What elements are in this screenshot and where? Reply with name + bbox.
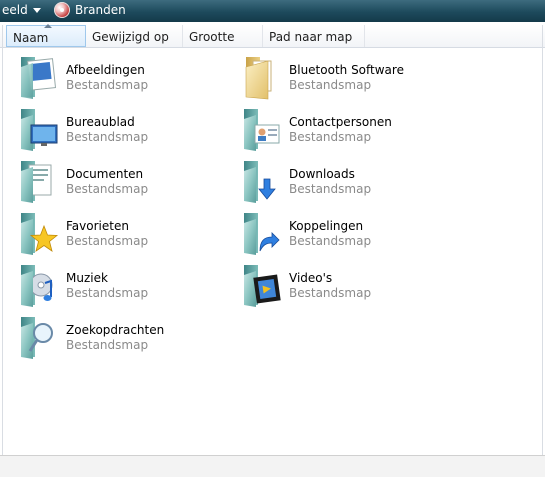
list-item-videos[interactable]: Video's Bestandsmap (232, 261, 447, 311)
burn-disc-icon[interactable] (54, 2, 70, 18)
music-folder-icon (21, 265, 53, 307)
list-item-bluetooth-software[interactable]: Bluetooth Software Bestandsmap (232, 53, 447, 103)
list-item-bureaublad[interactable]: Bureaublad Bestandsmap (9, 105, 224, 155)
list-item-koppelingen[interactable]: Koppelingen Bestandsmap (232, 209, 447, 259)
list-item-downloads[interactable]: Downloads Bestandsmap (232, 157, 447, 207)
chevron-down-icon[interactable] (32, 0, 42, 22)
burn-button[interactable]: Branden (75, 0, 126, 22)
column-header-bar: Naam Gewijzigd op Grootte Pad naar map (0, 24, 545, 48)
item-name: Downloads (289, 167, 355, 181)
status-bar (0, 455, 545, 477)
item-name: Favorieten (66, 219, 129, 233)
right-frame-edge (542, 25, 543, 455)
column-size[interactable]: Grootte (183, 25, 263, 47)
column-name[interactable]: Naam (6, 24, 86, 47)
column-modified-label: Gewijzigd op (92, 30, 169, 44)
videos-folder-icon (244, 265, 281, 307)
column-modified[interactable]: Gewijzigd op (86, 25, 183, 47)
downloads-folder-icon (244, 161, 276, 203)
toolbar-organize-button[interactable]: eeld (2, 0, 28, 22)
list-item-afbeeldingen[interactable]: Afbeeldingen Bestandsmap (9, 53, 224, 103)
column-size-label: Grootte (189, 30, 235, 44)
item-name: Contactpersonen (289, 115, 392, 129)
item-type: Bestandsmap (289, 286, 372, 300)
toolbar: eeld Branden (0, 0, 545, 22)
item-name: Video's (289, 271, 333, 285)
list-item-contactpersonen[interactable]: Contactpersonen Bestandsmap (232, 105, 447, 155)
favorites-folder-icon (21, 213, 59, 255)
item-type: Bestandsmap (66, 286, 149, 300)
item-type: Bestandsmap (289, 130, 372, 144)
column-path-label: Pad naar map (269, 30, 353, 44)
documents-folder-icon (21, 161, 52, 203)
item-type: Bestandsmap (66, 78, 149, 92)
item-name: Zoekopdrachten (66, 323, 165, 337)
sort-ascending-icon (44, 24, 52, 28)
item-type: Bestandsmap (66, 130, 149, 144)
links-folder-icon (244, 213, 280, 255)
searches-folder-icon (21, 317, 53, 359)
list-item-zoekopdrachten[interactable]: Zoekopdrachten Bestandsmap (9, 313, 224, 363)
item-name: Bureaublad (66, 115, 135, 129)
item-type: Bestandsmap (289, 78, 372, 92)
column-name-label: Naam (13, 31, 49, 45)
contacts-folder-icon (244, 109, 280, 151)
item-type: Bestandsmap (66, 182, 149, 196)
item-type: Bestandsmap (289, 182, 372, 196)
item-name: Koppelingen (289, 219, 364, 233)
item-name: Afbeeldingen (66, 63, 145, 77)
pictures-folder-icon (21, 57, 57, 99)
item-type: Bestandsmap (66, 338, 149, 352)
left-frame-edge (2, 25, 3, 455)
list-item-favorieten[interactable]: Favorieten Bestandsmap (9, 209, 224, 259)
desktop-folder-icon (21, 109, 58, 151)
item-name: Bluetooth Software (289, 63, 404, 77)
item-name: Documenten (66, 167, 144, 181)
item-type: Bestandsmap (66, 234, 149, 248)
column-path[interactable]: Pad naar map (263, 25, 365, 47)
list-item-documenten[interactable]: Documenten Bestandsmap (9, 157, 224, 207)
item-type: Bestandsmap (289, 234, 372, 248)
item-name: Muziek (66, 271, 108, 285)
list-item-muziek[interactable]: Muziek Bestandsmap (9, 261, 224, 311)
folder-icon (245, 57, 272, 100)
